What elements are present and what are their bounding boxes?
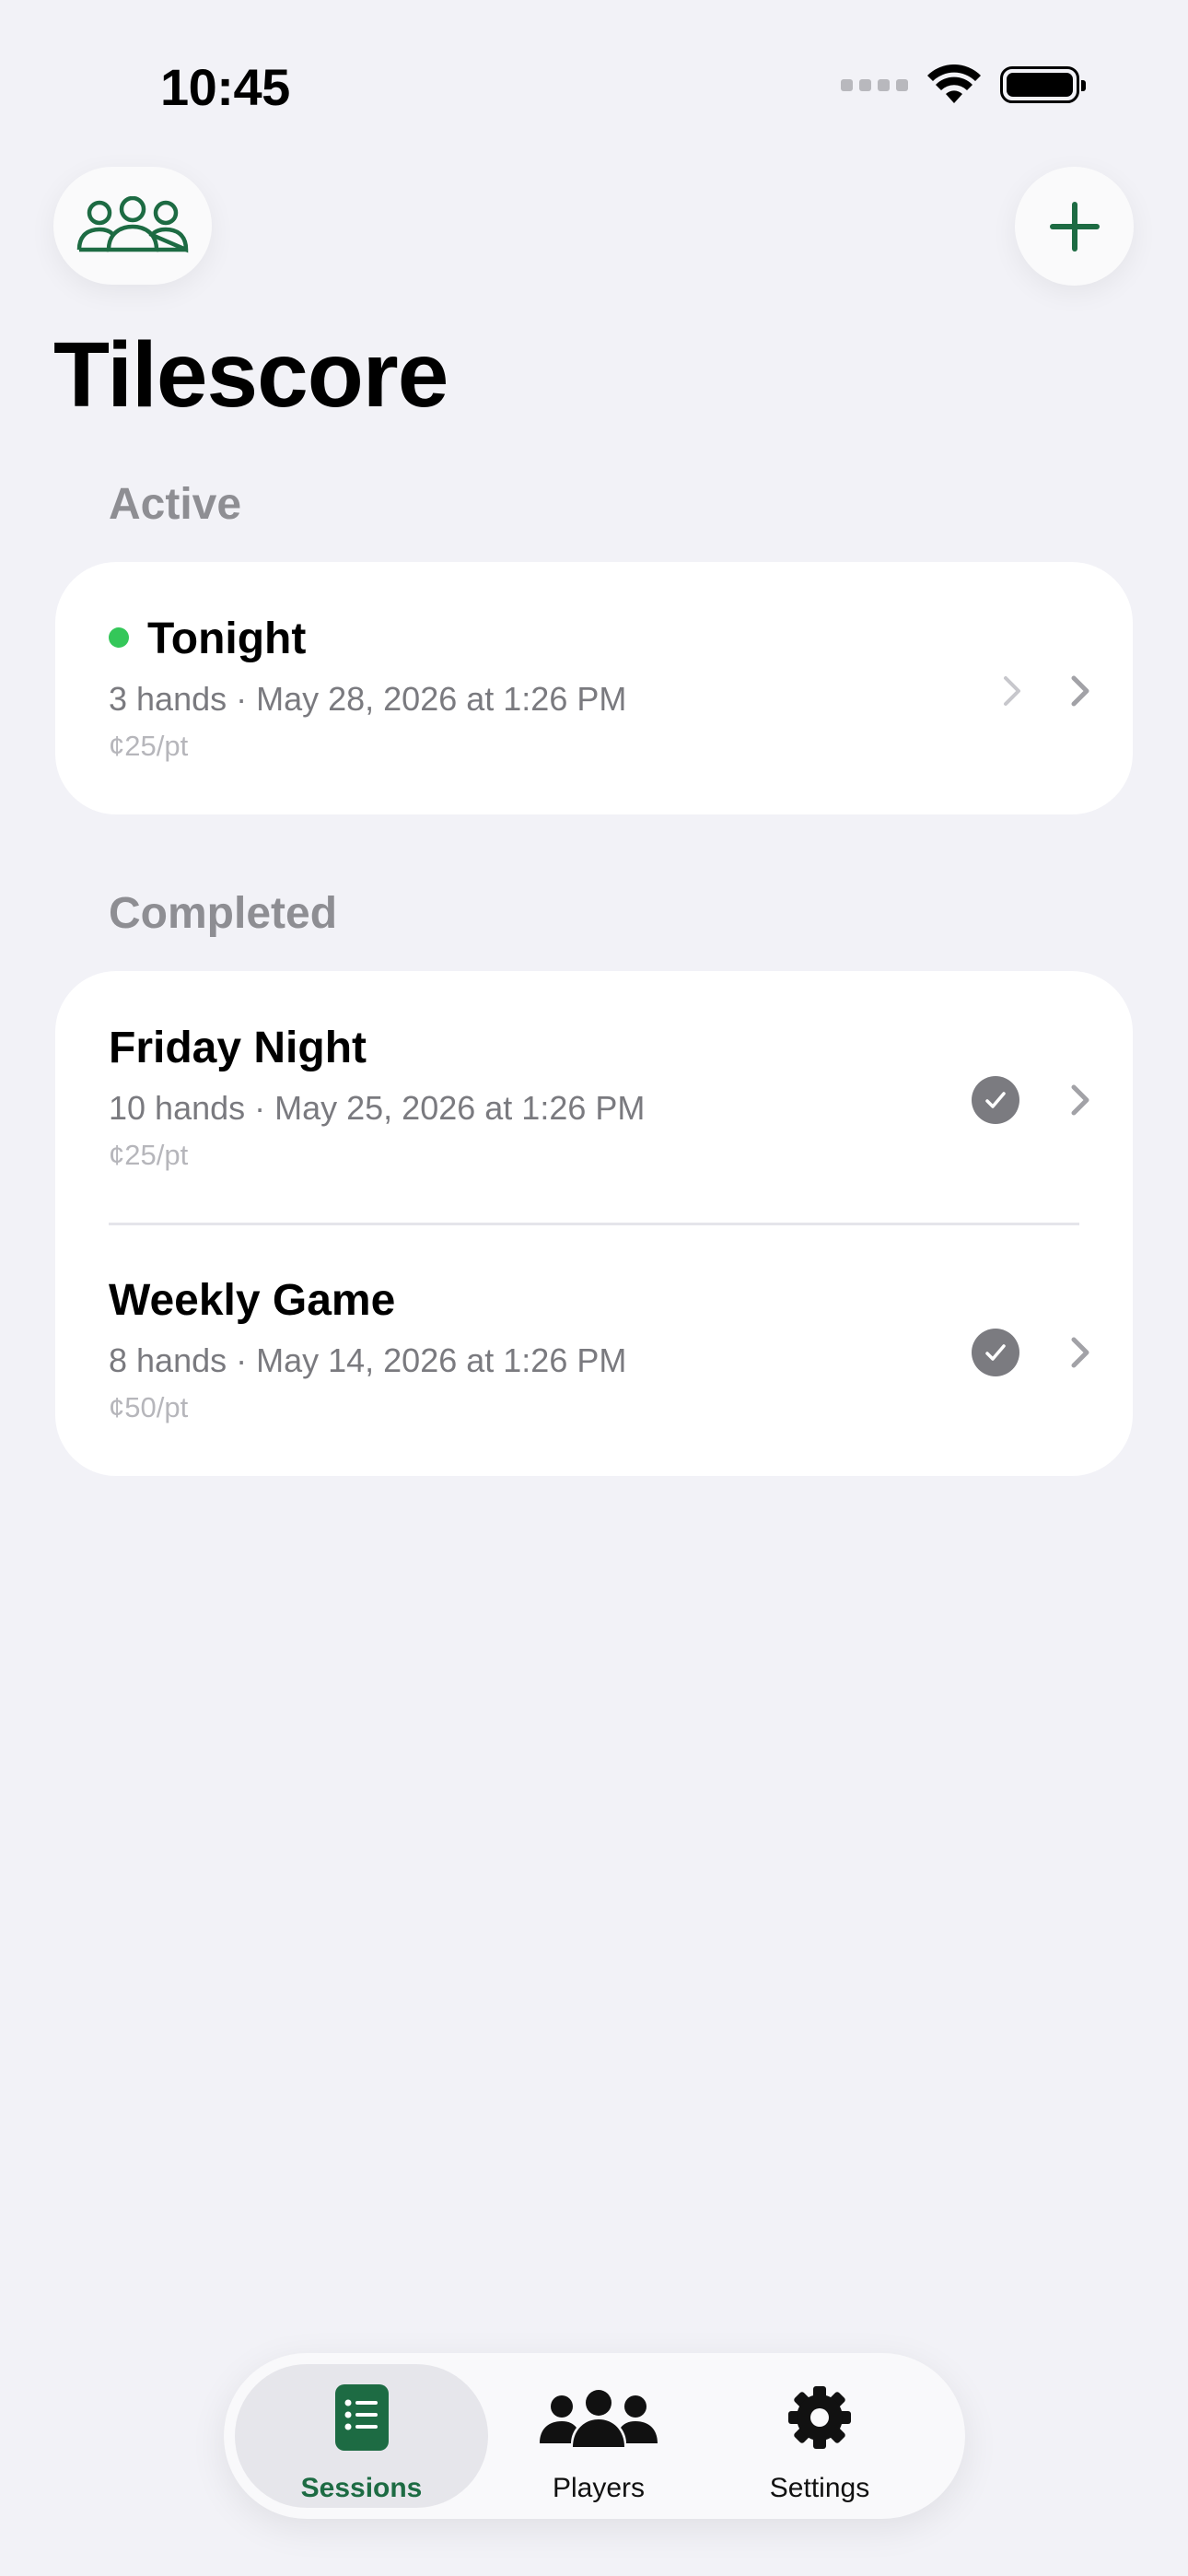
tab-label: Players [552, 2473, 646, 2503]
people-icon [540, 2390, 658, 2447]
tab-label: Settings [769, 2473, 870, 2503]
tab-players[interactable]: Players [488, 2353, 709, 2519]
list-icon [334, 2384, 389, 2451]
session-meta: 10 hands · May 25, 2026 at 1:26 PM [109, 1089, 646, 1127]
tab-bar: Sessions Players Settings [224, 2353, 965, 2519]
gear-icon [788, 2386, 851, 2449]
session-row-tonight[interactable]: Tonight 3 hands · May 28, 2026 at 1:26 P… [55, 562, 1133, 814]
tab-settings[interactable]: Settings [709, 2353, 930, 2519]
section-header-completed: Completed [109, 889, 338, 938]
plus-icon [1049, 201, 1100, 252]
completed-sessions-card: Friday Night 10 hands · May 25, 2026 at … [55, 971, 1133, 1476]
session-rate: ¢25/pt [109, 1139, 189, 1171]
session-title: Friday Night [109, 1024, 367, 1072]
tab-sessions[interactable]: Sessions [235, 2353, 488, 2519]
session-row-friday-night[interactable]: Friday Night 10 hands · May 25, 2026 at … [55, 971, 1133, 1224]
section-header-active: Active [109, 480, 242, 529]
session-meta: 8 hands · May 14, 2026 at 1:26 PM [109, 1341, 627, 1379]
session-rate: ¢50/pt [109, 1391, 189, 1423]
chevron-right-icon [1071, 1084, 1089, 1116]
checkmark-circle-icon [972, 1076, 1019, 1124]
page-title: Tilescore [53, 323, 448, 427]
chevron-right-icon [1071, 675, 1089, 707]
session-title: Weekly Game [109, 1276, 396, 1325]
session-meta: 3 hands · May 28, 2026 at 1:26 PM [109, 680, 627, 718]
battery-icon [1000, 66, 1086, 103]
chevron-right-icon [1071, 1337, 1089, 1368]
live-status-icon [109, 627, 129, 649]
players-button[interactable] [53, 167, 212, 285]
session-row-weekly-game[interactable]: Weekly Game 8 hands · May 14, 2026 at 1:… [55, 1224, 1133, 1476]
people-icon [76, 196, 189, 253]
cellular-signal-icon [841, 78, 908, 91]
wifi-icon [927, 64, 981, 103]
active-sessions-card: Tonight 3 hands · May 28, 2026 at 1:26 P… [55, 562, 1133, 814]
tab-label: Sessions [300, 2473, 423, 2503]
session-title: Tonight [109, 614, 306, 664]
session-rate: ¢25/pt [109, 730, 189, 762]
chevron-right-icon [1004, 676, 1020, 706]
status-icons [841, 64, 1086, 105]
status-time: 10:45 [160, 58, 290, 116]
checkmark-circle-icon [972, 1329, 1019, 1376]
add-session-button[interactable] [1015, 167, 1134, 286]
